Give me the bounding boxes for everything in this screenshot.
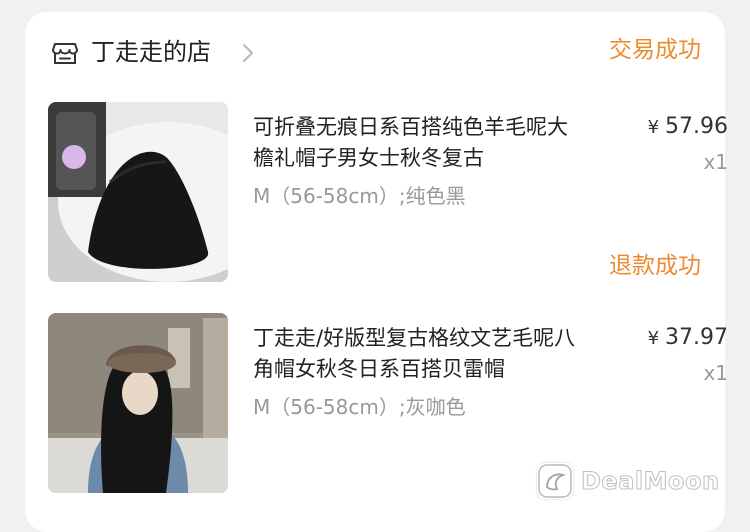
product-variant: M（56-58cm）;纯色黑 [253, 184, 466, 208]
chevron-right-icon[interactable] [239, 41, 257, 65]
order-status-badge: 交易成功 [609, 37, 701, 63]
store-icon [52, 43, 78, 64]
dealmoon-logo-icon [537, 463, 573, 499]
product-title[interactable]: 可折叠无痕日系百搭纯色羊毛呢大檐礼帽子男女士秋冬复古 [253, 112, 583, 174]
product-variant: M（56-58cm）;灰咖色 [253, 395, 466, 419]
product-quantity: x1 [703, 361, 728, 385]
product-title[interactable]: 丁走走/好版型复古格纹文艺毛呢八角帽女秋冬日系百搭贝雷帽 [253, 323, 583, 385]
price-value: 57.96 [665, 114, 728, 139]
product-price: ¥37.97 [648, 323, 728, 354]
store-name[interactable]: 丁走走的店 [91, 37, 211, 67]
price-value: 37.97 [665, 325, 728, 350]
currency-symbol: ¥ [647, 328, 660, 349]
product-quantity: x1 [703, 150, 728, 174]
order-card: 丁走走的店 交易成功 可折叠无痕日系百搭纯色羊毛呢大檐礼帽子男女士秋冬复古 M（… [25, 12, 728, 532]
currency-symbol: ¥ [647, 117, 660, 138]
order-status-badge: 退款成功 [609, 253, 701, 279]
product-price: ¥57.96 [648, 112, 728, 143]
watermark-text: DealMoon [581, 467, 720, 496]
watermark: DealMoon [537, 463, 737, 499]
product-thumbnail[interactable] [48, 102, 228, 282]
product-thumbnail[interactable] [48, 313, 228, 493]
